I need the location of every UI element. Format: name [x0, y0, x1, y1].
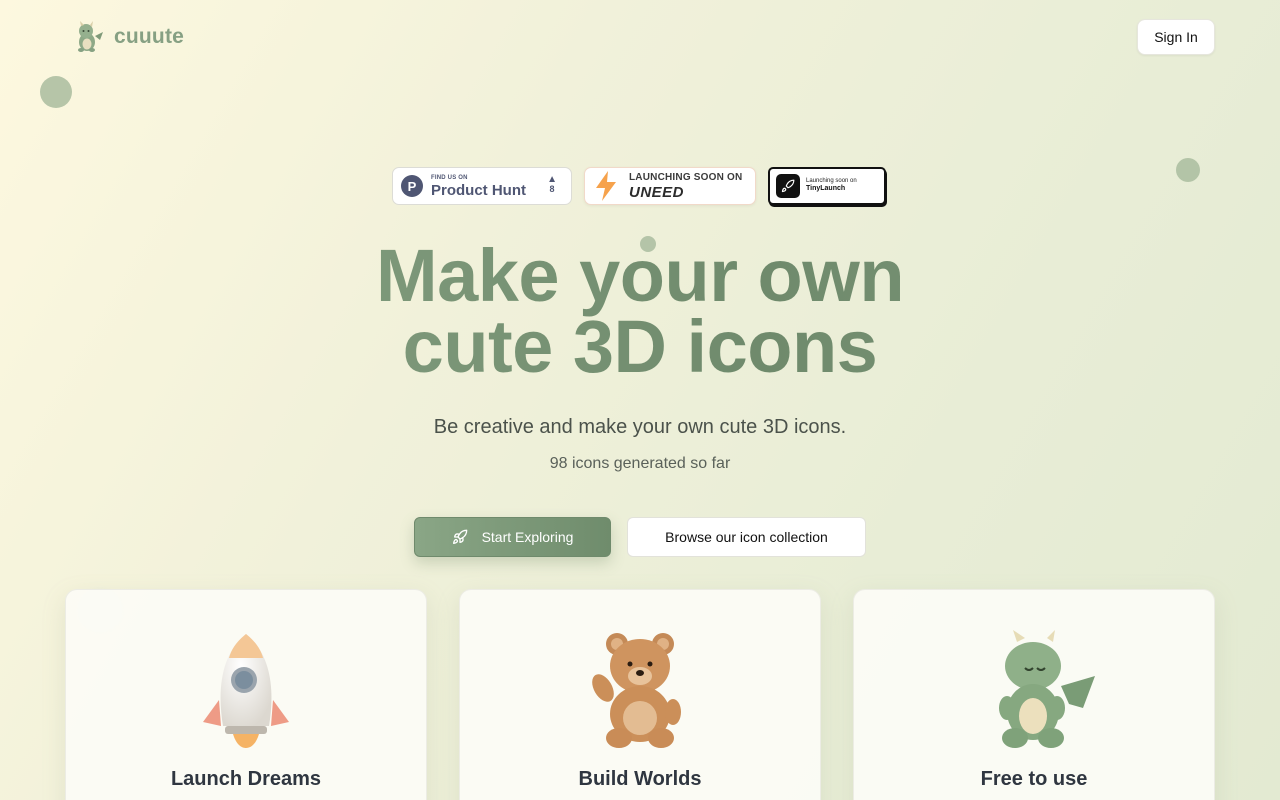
decorative-dot — [1176, 158, 1200, 182]
brand-link[interactable]: cuuute — [70, 20, 184, 54]
teddy-bear-icon — [592, 633, 681, 748]
dragon-icon — [999, 630, 1095, 748]
brand-name: cuuute — [114, 25, 185, 48]
tinylaunch-small-label: Launching soon on — [806, 178, 857, 185]
tinylaunch-label: TinyLaunch — [806, 185, 846, 193]
product-hunt-small-label: FIND US ON — [431, 174, 468, 181]
product-hunt-votes: ▲ 8 — [547, 174, 557, 195]
rocket-icon — [776, 174, 800, 198]
dragon-logo-icon — [78, 21, 103, 52]
card-title: Build Worlds — [578, 768, 702, 790]
icons-generated-count: 98 icons generated so far — [549, 455, 731, 472]
tinylaunch-badge[interactable]: Launching soon on TinyLaunch — [768, 167, 886, 205]
sign-in-button[interactable]: Sign In — [1137, 19, 1215, 55]
product-hunt-badge[interactable]: P FIND US ON Product Hunt ▲ 8 — [392, 167, 572, 205]
product-hunt-label: Product Hunt — [431, 181, 526, 199]
browse-collection-button[interactable]: Browse our icon collection — [627, 517, 866, 557]
card-title: Launch Dreams — [170, 768, 322, 790]
card-title: Free to use — [980, 768, 1088, 790]
uneed-label: UNEED — [629, 183, 685, 201]
rocket-icon — [452, 529, 467, 544]
decorative-dot — [40, 76, 72, 108]
feature-card-free-to-use: Free to use — [853, 589, 1215, 800]
feature-card-build-worlds: Build Worlds — [459, 589, 821, 800]
hero-title: Make your own cute 3D icons — [0, 240, 1280, 382]
start-exploring-label: Start Exploring — [481, 529, 574, 545]
uneed-badge[interactable]: LAUNCHING SOON ON UNEED — [584, 167, 756, 205]
hero-title-line-2: cute 3D icons — [402, 305, 878, 388]
feature-card-launch-dreams: Launch Dreams — [65, 589, 427, 800]
product-hunt-icon: P — [401, 175, 423, 197]
vote-count: 8 — [549, 184, 555, 194]
lightning-bolt-icon — [596, 171, 616, 201]
rocket-icon — [203, 634, 289, 748]
site-header: cuuute Sign In — [0, 0, 1280, 76]
launch-badges: P FIND US ON Product Hunt ▲ 8 LAUNCHING … — [392, 167, 886, 205]
hero-subtitle: Be creative and make your own cute 3D ic… — [433, 416, 847, 438]
start-exploring-button[interactable]: Start Exploring — [414, 517, 611, 557]
uneed-small-label: LAUNCHING SOON ON — [629, 171, 743, 183]
